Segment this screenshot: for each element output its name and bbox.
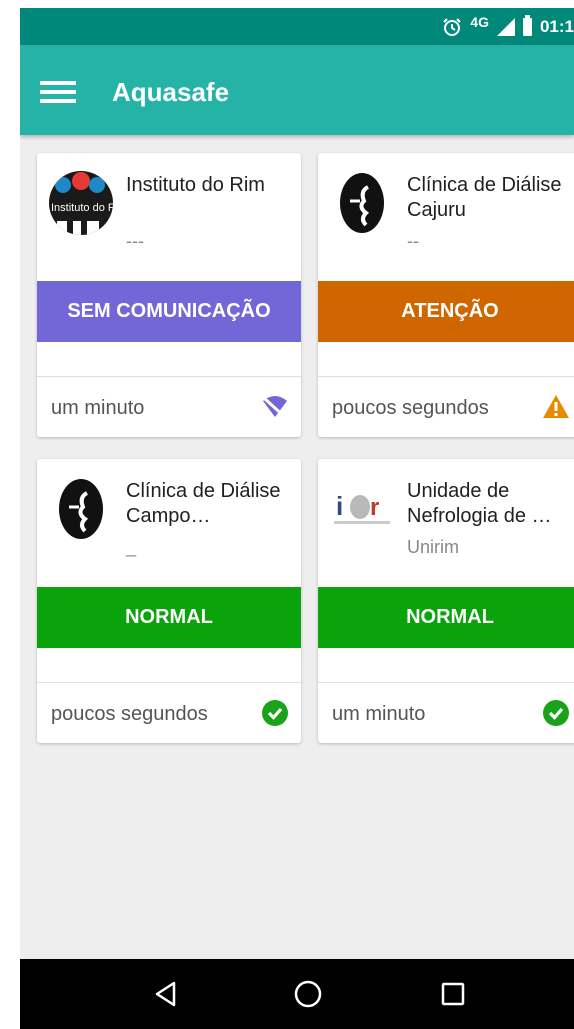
recents-icon[interactable] [413, 959, 493, 1029]
app-screen: 4G 01:1 Aquasafe Instituto do Rim Inst [20, 8, 574, 1029]
card-name: Clínica de Diálise Campo… [126, 480, 281, 527]
divider [318, 376, 574, 377]
battery-icon [522, 14, 532, 36]
icr-logo: i r [330, 477, 394, 541]
alarm-icon [443, 17, 461, 36]
card-clinica-dialise-campo[interactable]: Clínica de Diálise Campo… _ NORMAL pouco… [37, 459, 301, 743]
card-subtitle: -- [407, 231, 419, 251]
check-circle-icon [543, 700, 569, 726]
back-icon[interactable] [126, 959, 206, 1029]
hamburger-menu-icon[interactable] [40, 81, 76, 103]
signal-icon [496, 17, 515, 36]
svg-text:i: i [336, 491, 343, 521]
divider [318, 682, 574, 683]
instituto-do-rim-logo: Instituto do Rim [49, 171, 113, 235]
card-name: Instituto do Rim [126, 174, 265, 196]
app-bar: Aquasafe [20, 45, 574, 135]
status-icons: 4G 01:1 [442, 8, 574, 45]
status-badge: ATENÇÃO [318, 281, 574, 342]
svg-text:r: r [370, 494, 379, 521]
home-icon[interactable] [268, 959, 348, 1029]
last-updated: um minuto [51, 397, 145, 419]
card-name: Unidade de Nefrologia de … [407, 480, 552, 527]
last-updated: poucos segundos [332, 397, 489, 419]
clock: 01:1 [539, 16, 574, 36]
status-badge: SEM COMUNICAÇÃO [37, 281, 301, 342]
status-badge: NORMAL [318, 587, 574, 648]
divider [37, 682, 301, 683]
kidney-logo [330, 171, 394, 235]
last-updated: poucos segundos [51, 703, 208, 725]
status-badge: NORMAL [37, 587, 301, 648]
logo-text: Instituto do Rim [51, 202, 113, 214]
card-clinica-dialise-cajuru[interactable]: Clínica de Diálise Cajuru -- ATENÇÃO pou… [318, 153, 574, 437]
last-updated: um minuto [332, 703, 426, 725]
check-circle-icon [262, 700, 288, 726]
card-name: Clínica de Diálise Cajuru [407, 174, 562, 221]
warning-icon [543, 395, 569, 418]
card-instituto-do-rim[interactable]: Instituto do Rim Instituto do Rim --- SE… [37, 153, 301, 437]
app-title: Aquasafe [112, 77, 230, 107]
wifi-off-icon [263, 396, 287, 419]
network-type: 4G [470, 13, 489, 30]
divider [37, 376, 301, 377]
system-nav-bar [20, 959, 574, 1029]
system-status-bar: 4G 01:1 [20, 8, 574, 45]
kidney-logo [49, 477, 113, 541]
card-subtitle: Unirim [407, 537, 459, 557]
card-subtitle: _ [126, 537, 137, 557]
card-unidade-nefrologia[interactable]: i r Unidade de Nefrologia de … Unirim NO… [318, 459, 574, 743]
card-subtitle: --- [126, 231, 144, 251]
